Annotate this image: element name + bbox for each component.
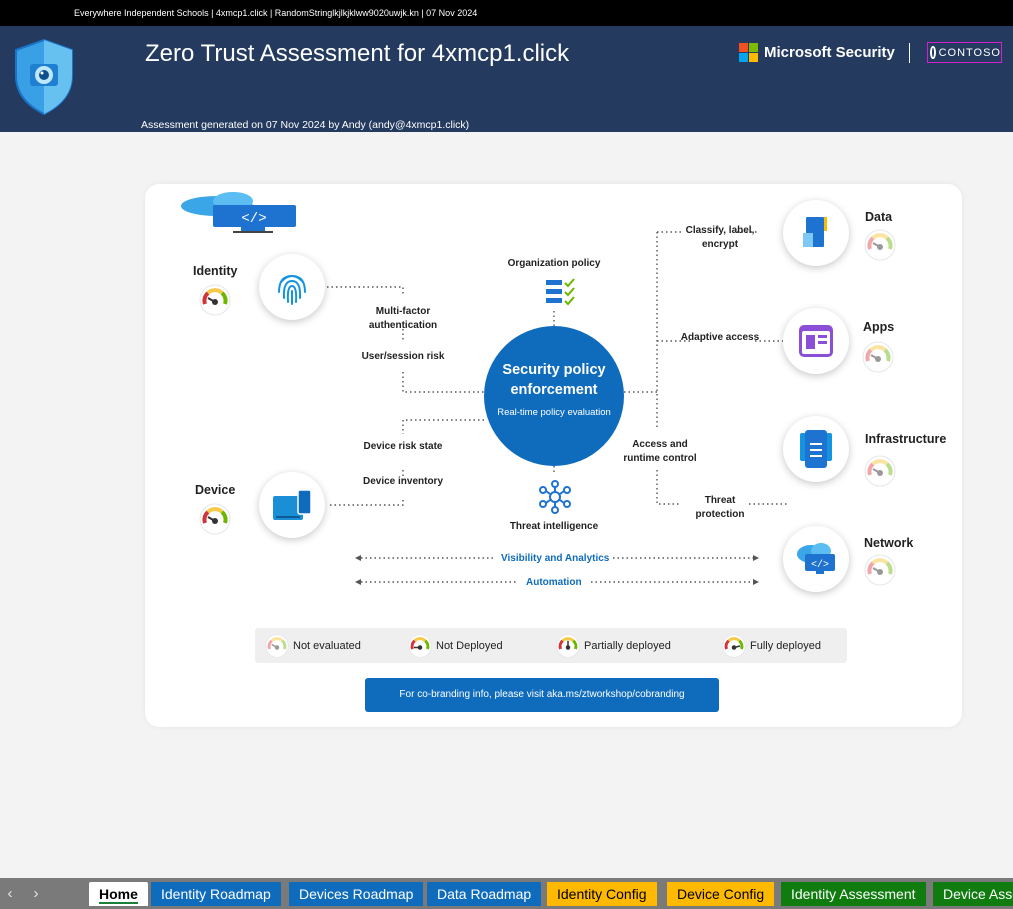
pillar-apps-label: Apps [863,320,895,334]
tab-identity-roadmap[interactable]: Identity Roadmap [151,882,281,906]
threat-protection-label: Threat protection [695,495,745,520]
data-gauge-icon [864,229,896,261]
legend-not-deployed-label: Not Deployed [436,640,503,652]
legend-not-evaluated: Not evaluated [265,634,361,658]
automation-label: Automation [526,577,582,588]
data-circle [783,200,849,266]
contoso-text: CONTOSO [938,46,1001,59]
scroll-tabs-left-button[interactable]: ‹ [0,878,20,909]
organization-policy-label: Organization policy [507,258,601,269]
device-inventory-label: Device inventory [362,476,444,487]
pillar-infrastructure-label: Infrastructure [865,432,947,446]
identity-circle [259,254,325,320]
pillar-network-label: Network [864,536,914,550]
fully-deployed-gauge-icon [722,634,746,658]
tab-home-label: Home [99,886,138,904]
legend-partially-deployed-label: Partially deployed [584,640,671,652]
center-subtitle: Real-time policy evaluation [497,407,611,418]
pillar-device-label: Device [195,483,236,497]
threat-intelligence-label: Threat intelligence [509,521,599,532]
infrastructure-circle [783,416,849,482]
pillar-data-label: Data [865,210,893,224]
legend-partially-deployed: Partially deployed [556,634,671,658]
apps-window-icon [799,325,833,357]
tab-home[interactable]: Home [89,882,148,906]
legend-fully-deployed: Fully deployed [722,634,821,658]
tab-devices-roadmap[interactable]: Devices Roadmap [289,882,424,906]
legend-fully-deployed-label: Fully deployed [750,640,821,652]
policy-checklist-icon [546,278,575,306]
svg-text:</>: </> [241,211,266,227]
device-risk-state-label: Device risk state [363,441,443,452]
threat-intelligence-icon [539,480,571,514]
sheet-tab-bar: ‹ › Home Identity Roadmap Devices Roadma… [0,878,1013,909]
apps-circle [783,308,849,374]
page-title: Zero Trust Assessment for 4xmcp1.click [145,40,570,67]
not-deployed-gauge-icon [408,634,432,658]
partially-deployed-gauge-icon [556,634,580,658]
tab-device-assessment[interactable]: Device Asse [933,882,1013,906]
devices-icon [273,489,312,520]
zero-trust-diagram-card: </> Identity Device Multi-factor authent… [145,184,962,727]
center-title: Security policy enforcement [502,362,606,398]
microsoft-logo-icon [739,43,758,62]
logo-divider [909,43,910,63]
classify-label-encrypt-label: Classify, label, encrypt [685,225,755,250]
microsoft-security-logo: Microsoft Security [739,43,895,62]
device-circle [259,472,325,538]
deployment-legend: Not evaluated Not Deployed Partially dep… [255,628,847,663]
network-circle: </> [783,526,849,592]
not-evaluated-gauge-icon [265,634,289,658]
assessment-subtitle: Assessment generated on 07 Nov 2024 by A… [141,119,470,131]
network-gauge-icon [864,554,896,586]
shield-logo-icon [15,38,73,116]
apps-gauge-icon [862,341,894,373]
mfa-label: Multi-factor authentication [368,306,438,331]
adaptive-access-label: Adaptive access [680,332,760,343]
tab-device-config[interactable]: Device Config [667,882,775,906]
report-header: Zero Trust Assessment for 4xmcp1.click A… [0,26,1013,132]
identity-gauge-icon [199,284,231,316]
svg-text:</>: </> [811,559,829,571]
report-info-bar: Everywhere Independent Schools | 4xmcp1.… [0,0,1013,26]
tab-identity-assessment[interactable]: Identity Assessment [781,882,926,906]
data-document-icon [803,217,827,247]
scroll-tabs-right-button[interactable]: › [26,878,46,909]
visibility-analytics-label: Visibility and Analytics [501,553,610,564]
tab-data-roadmap[interactable]: Data Roadmap [427,882,542,906]
fingerprint-icon [278,274,306,305]
cobranding-link-button[interactable]: For co-branding info, please visit aka.m… [365,678,719,712]
tab-identity-config[interactable]: Identity Config [547,882,657,906]
access-runtime-control-label: Access and runtime control [623,439,697,464]
legend-not-deployed: Not Deployed [408,634,503,658]
server-icon [800,430,832,468]
legend-not-evaluated-label: Not evaluated [293,640,361,652]
cloud-network-icon: </> [797,543,835,574]
cloud-code-icon: </> [181,192,296,233]
pillar-identity-label: Identity [193,264,238,278]
security-policy-enforcement-circle: Security policy enforcement Real-time po… [484,326,624,466]
user-session-risk-label: User/session risk [361,351,445,362]
infrastructure-gauge-icon [864,455,896,487]
contoso-ring-icon [930,46,936,59]
contoso-logo: CONTOSO [927,42,1002,63]
microsoft-security-text: Microsoft Security [764,44,895,61]
device-gauge-icon [199,503,231,535]
